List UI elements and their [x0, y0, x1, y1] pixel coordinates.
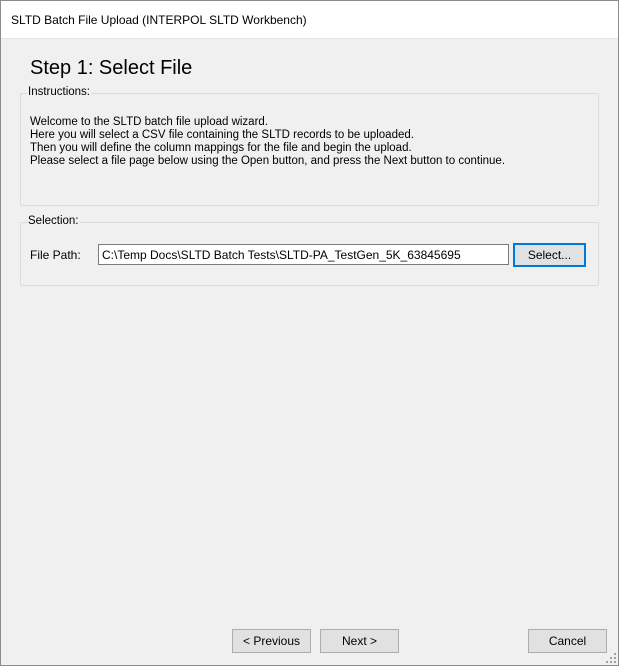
- file-path-label: File Path:: [30, 248, 81, 262]
- instructions-line: Then you will define the column mappings…: [30, 142, 412, 154]
- selection-group-label: Selection:: [27, 215, 80, 227]
- previous-button[interactable]: < Previous: [232, 629, 311, 653]
- select-file-button[interactable]: Select...: [513, 243, 586, 267]
- title-bar[interactable]: SLTD Batch File Upload (INTERPOL SLTD Wo…: [1, 1, 618, 39]
- instructions-line: Please select a file page below using th…: [30, 155, 506, 167]
- instructions-line: Welcome to the SLTD batch file upload wi…: [30, 116, 268, 128]
- resize-grip-icon[interactable]: [606, 653, 616, 663]
- file-path-input[interactable]: [98, 244, 509, 265]
- instructions-line: Here you will select a CSV file containi…: [30, 129, 414, 141]
- window-title: SLTD Batch File Upload (INTERPOL SLTD Wo…: [11, 13, 307, 27]
- instructions-text: Welcome to the SLTD batch file upload wi…: [30, 116, 575, 168]
- next-button[interactable]: Next >: [320, 629, 399, 653]
- step-title: Step 1: Select File: [30, 57, 193, 79]
- dialog-window: SLTD Batch File Upload (INTERPOL SLTD Wo…: [0, 0, 619, 666]
- cancel-button[interactable]: Cancel: [528, 629, 607, 653]
- instructions-group-label: Instructions:: [27, 86, 91, 98]
